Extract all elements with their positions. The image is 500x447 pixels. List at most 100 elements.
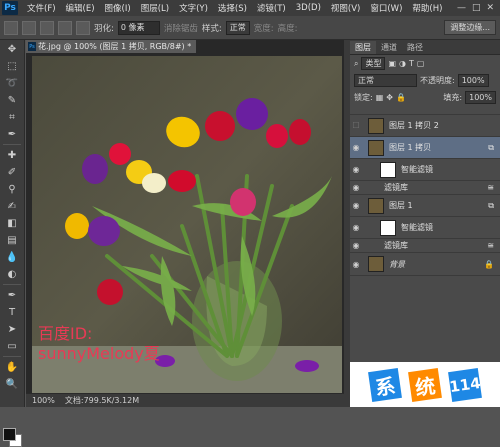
menu-bar: Ps 文件(F) 编辑(E) 图像(I) 图层(L) 文字(Y) 选择(S) 滤… [0,0,500,17]
subtract-selection-icon[interactable] [58,20,72,35]
hand-tool-icon[interactable]: ✋ [3,359,21,375]
style-select[interactable]: 正常 [225,20,250,35]
type-tool-icon[interactable]: T [3,304,21,320]
layer-name: 图层 1 拷贝 [389,143,432,152]
add-selection-icon[interactable] [40,20,54,35]
tool-divider [3,284,21,285]
menu-image[interactable]: 图像(I) [100,2,136,14]
clone-stamp-tool-icon[interactable]: ⚲ [3,181,21,197]
visibility-eye-icon[interactable]: ◉ [350,143,362,152]
crop-tool-icon[interactable]: ⌗ [3,109,21,125]
move-tool-icon[interactable]: ✥ [3,41,21,57]
filter-mask-thumbnail[interactable] [380,161,396,178]
maximize-button[interactable]: □ [472,3,481,13]
panel-tab-bar: 图层 通道 路径 [350,40,500,55]
smart-filter-row[interactable]: ◉ 智能滤镜 [350,158,500,180]
filter-shape-icon[interactable]: ▢ [417,59,425,68]
layer-name: 背景 [389,259,405,269]
marquee-tool-icon[interactable] [4,20,18,35]
tab-layers[interactable]: 图层 [350,41,376,54]
search-icon: ⌕ [354,58,359,68]
new-selection-icon[interactable] [22,20,36,35]
menu-type[interactable]: 文字(Y) [174,2,213,14]
menu-edit[interactable]: 编辑(E) [61,2,100,14]
menu-view[interactable]: 视图(V) [326,2,365,14]
menu-help[interactable]: 帮助(H) [407,2,447,14]
visibility-eye-icon[interactable]: ◉ [350,165,362,174]
menu-layer[interactable]: 图层(L) [136,2,174,14]
fill-label: 填充: [443,93,463,102]
lock-all-icon[interactable]: 🔒 [396,93,406,102]
zoom-level[interactable]: 100% [32,396,55,405]
visibility-eye-icon[interactable]: ◉ [350,241,362,250]
lock-row: 锁定: ▦ ✥ 🔒 填充: 100% [350,89,500,106]
filter-mask-thumbnail[interactable] [380,219,396,236]
pen-tool-icon[interactable]: ✒ [3,287,21,303]
visibility-eye-icon[interactable]: ◉ [350,183,362,192]
image-canvas[interactable]: 百度ID: sunnyMelody夏 [32,56,342,394]
visibility-eye-icon[interactable]: ◉ [350,260,362,269]
eyedropper-tool-icon[interactable]: ✒ [3,126,21,142]
foreground-color-swatch[interactable] [3,428,16,441]
filter-type-icon[interactable]: T [409,59,414,68]
menu-filter[interactable]: 滤镜(T) [252,2,291,14]
lock-move-icon[interactable]: ✥ [386,93,393,102]
smart-filter-row[interactable]: ◉ 智能滤镜 [350,216,500,238]
smart-object-icon: ⧉ [488,142,494,152]
opacity-label: 不透明度: [420,76,455,85]
document-tab-title: 花.jpg @ 100% (图层 1 拷贝, RGB/8#) * [38,42,192,51]
marquee-tool-icon[interactable]: ⬚ [3,58,21,74]
layer-row[interactable]: ☐ 图层 1 拷贝 2 [350,114,500,136]
options-bar: 羽化: 0 像素 消除锯齿 样式: 正常 宽度: 高度: 调整边缘... [0,16,500,40]
brush-tool-icon[interactable]: ✐ [3,164,21,180]
layer-kind-select[interactable]: 类型 [361,57,386,70]
feather-input[interactable]: 0 像素 [117,20,160,35]
opacity-input[interactable]: 100% [457,74,489,87]
layer-thumbnail [368,197,384,214]
menu-file[interactable]: 文件(F) [22,2,61,14]
lasso-tool-icon[interactable]: ➰ [3,75,21,91]
minimize-button[interactable]: — [457,3,466,13]
layer-row[interactable]: ◉ 图层 1 ⧉ [350,194,500,216]
blend-mode-select[interactable]: 正常 [354,74,417,87]
watermark-line-1: 百度ID: [38,324,93,343]
menu-window[interactable]: 窗口(W) [365,2,407,14]
filter-adjust-icon[interactable]: ◑ [399,59,406,68]
gradient-tool-icon[interactable]: ▤ [3,232,21,248]
healing-brush-tool-icon[interactable]: ✚ [3,147,21,163]
zoom-tool-icon[interactable]: 🔍 [3,376,21,392]
tab-paths[interactable]: 路径 [402,41,428,54]
tab-channels[interactable]: 通道 [376,41,402,54]
document-size: 文档:799.5K/3.12M [64,396,140,405]
document-tab[interactable]: Ps 花.jpg @ 100% (图层 1 拷贝, RGB/8#) * [26,40,196,53]
filter-options-icon[interactable]: ≅ [487,183,494,192]
close-button[interactable]: ✕ [486,3,494,13]
filter-row: ⌕ 类型 ▣ ◑ T ▢ [350,55,500,72]
intersect-selection-icon[interactable] [76,20,90,35]
layer-row[interactable]: ◉ 背景 🔒 [350,252,500,276]
layer-row[interactable]: ◉ 图层 1 拷贝 ⧉ [350,136,500,158]
shape-tool-icon[interactable]: ▭ [3,338,21,354]
visibility-toggle-icon[interactable]: ☐ [350,121,362,130]
blur-tool-icon[interactable]: 💧 [3,249,21,265]
menu-select[interactable]: 选择(S) [213,2,252,14]
lock-pixels-icon[interactable]: ▦ [376,93,384,102]
dodge-tool-icon[interactable]: ◐ [3,266,21,282]
filter-pixel-icon[interactable]: ▣ [388,59,396,68]
visibility-eye-icon[interactable]: ◉ [350,223,362,232]
style-label: 样式: [201,23,222,34]
path-select-tool-icon[interactable]: ➤ [3,321,21,337]
quick-select-tool-icon[interactable]: ✎ [3,92,21,108]
filter-options-icon[interactable]: ≅ [487,241,494,250]
eraser-tool-icon[interactable]: ◧ [3,215,21,231]
fill-input[interactable]: 100% [465,91,496,104]
refine-edge-button[interactable]: 调整边缘... [444,20,496,35]
filter-row-item[interactable]: ◉ 滤镜库 ≅ [350,180,500,194]
height-label: 高度: [277,23,298,34]
history-brush-tool-icon[interactable]: ✍ [3,198,21,214]
filter-row-item[interactable]: ◉ 滤镜库 ≅ [350,238,500,252]
menu-3d[interactable]: 3D(D) [291,3,326,13]
layer-name: 智能滤镜 [401,165,433,174]
antialias-checkbox[interactable]: 消除锯齿 [164,22,198,34]
visibility-eye-icon[interactable]: ◉ [350,201,362,210]
